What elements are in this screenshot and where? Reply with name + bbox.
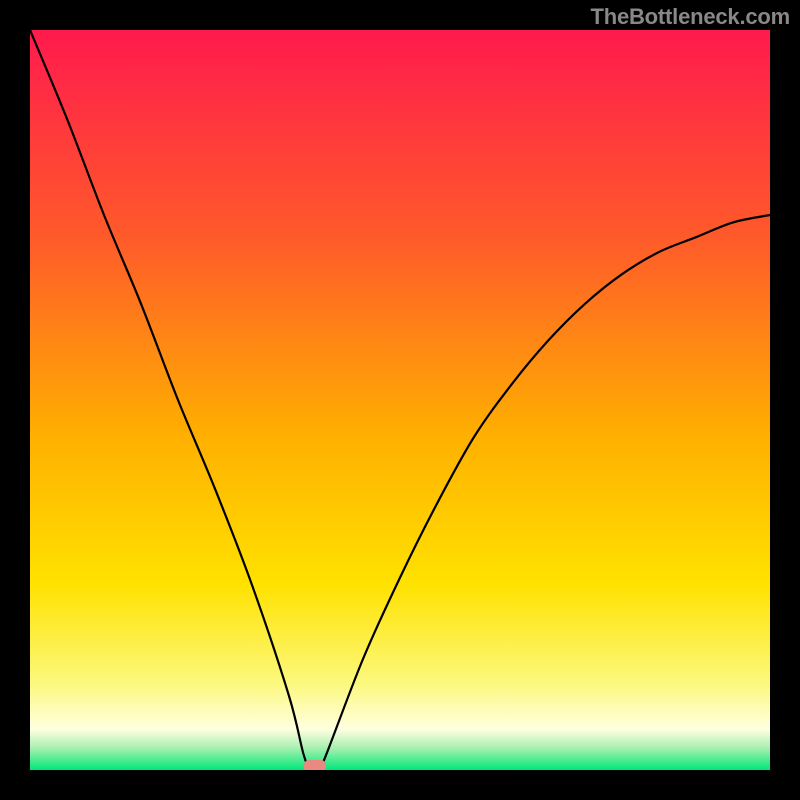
plot-area (30, 30, 770, 770)
chart-frame: TheBottleneck.com (0, 0, 800, 800)
gradient-background (30, 30, 770, 770)
watermark-text: TheBottleneck.com (590, 4, 790, 30)
optimal-marker (304, 760, 326, 770)
chart-svg (30, 30, 770, 770)
